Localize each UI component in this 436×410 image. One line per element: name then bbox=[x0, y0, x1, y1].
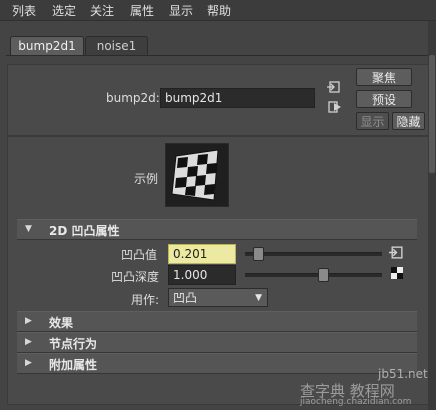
extra-attributes-header[interactable]: ▶ 附加属性 bbox=[17, 353, 417, 374]
menu-display[interactable]: 显示 bbox=[169, 2, 193, 19]
map-connection-icon[interactable] bbox=[389, 245, 404, 263]
show-button[interactable]: 显示 bbox=[356, 112, 389, 130]
watermark-site: jb51.net bbox=[378, 367, 428, 381]
menu-help[interactable]: 帮助 bbox=[207, 2, 231, 19]
menu-attributes[interactable]: 属性 bbox=[130, 2, 154, 19]
node-behavior-header[interactable]: ▶ 节点行为 bbox=[17, 332, 417, 353]
use-as-value: 凹凸 bbox=[173, 291, 198, 305]
sample-label: 示例 bbox=[134, 172, 159, 186]
checker-map-icon[interactable] bbox=[391, 267, 403, 282]
menu-select[interactable]: 选定 bbox=[52, 2, 76, 19]
effects-title: 效果 bbox=[49, 316, 74, 330]
presets-button[interactable]: 预设 bbox=[356, 90, 412, 108]
bump-depth-label: 凹凸深度 bbox=[111, 270, 160, 284]
collapsed-arrow-icon: ▶ bbox=[25, 358, 32, 368]
bump-attributes-title: 2D 凹凸属性 bbox=[49, 224, 120, 238]
collapsed-arrow-icon: ▶ bbox=[25, 337, 32, 347]
focus-button[interactable]: 聚焦 bbox=[356, 68, 412, 86]
hide-button[interactable]: 隐藏 bbox=[392, 112, 425, 130]
bump-value-label: 凹凸值 bbox=[121, 248, 158, 262]
output-connection-icon[interactable] bbox=[328, 100, 342, 117]
node-name-field[interactable]: bump2d1 bbox=[160, 88, 315, 108]
use-as-label: 用作: bbox=[131, 293, 160, 307]
collapsed-arrow-icon: ▶ bbox=[25, 316, 32, 326]
menu-focus[interactable]: 关注 bbox=[90, 2, 114, 19]
menu-bar: 列表 选定 关注 属性 显示 帮助 bbox=[0, 0, 436, 21]
bump-value-slider-track[interactable] bbox=[245, 252, 382, 256]
menu-list[interactable]: 列表 bbox=[12, 2, 36, 19]
tab-bump2d1[interactable]: bump2d1 bbox=[10, 36, 84, 55]
bump-depth-slider-track[interactable] bbox=[245, 273, 382, 277]
node-behavior-title: 节点行为 bbox=[49, 337, 98, 351]
bump-attributes-header[interactable]: ▼ 2D 凹凸属性 bbox=[17, 219, 417, 240]
watermark-url: jiaocheng.chazidian.com bbox=[300, 397, 412, 407]
bump-value-slider-handle[interactable] bbox=[253, 247, 264, 261]
tab-divider bbox=[6, 55, 430, 56]
bump-depth-slider-handle[interactable] bbox=[318, 268, 329, 282]
node-type-label: bump2d: bbox=[106, 91, 160, 105]
use-as-dropdown[interactable]: 凹凸 ▼ bbox=[168, 288, 268, 307]
input-connection-icon[interactable] bbox=[327, 80, 341, 97]
bump-value-field[interactable]: 0.201 bbox=[168, 244, 236, 264]
dropdown-arrow-icon: ▼ bbox=[255, 293, 262, 303]
tab-noise1[interactable]: noise1 bbox=[85, 36, 148, 55]
bump-checker-preview-icon bbox=[171, 149, 219, 201]
sample-swatch bbox=[165, 143, 229, 207]
extra-attributes-title: 附加属性 bbox=[49, 358, 98, 372]
effects-header[interactable]: ▶ 效果 bbox=[17, 311, 417, 332]
expanded-arrow-icon: ▼ bbox=[25, 224, 32, 234]
bump-depth-field[interactable]: 1.000 bbox=[168, 265, 236, 285]
scrollbar-thumb[interactable] bbox=[429, 55, 435, 173]
